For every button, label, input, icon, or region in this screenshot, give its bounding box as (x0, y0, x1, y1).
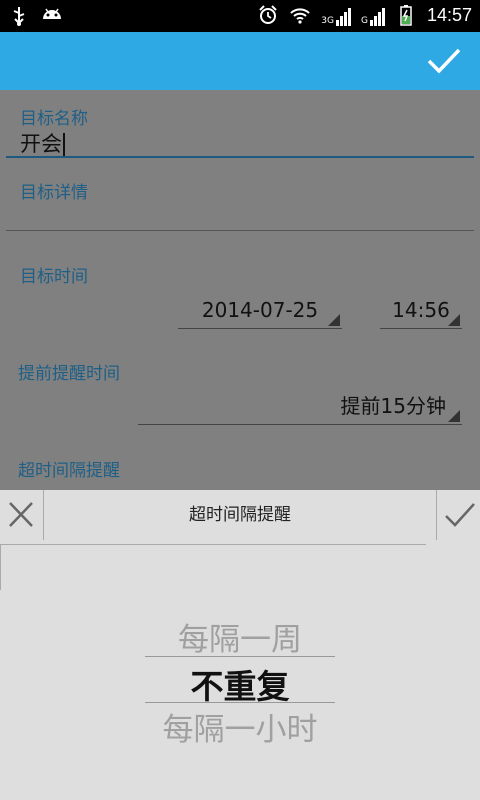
battery-charging-icon (395, 4, 417, 26)
alarm-icon (257, 4, 279, 26)
checkmark-icon (427, 48, 461, 74)
signal-g-icon: G (361, 4, 385, 26)
network-g-label: G (360, 16, 368, 26)
status-bar-right: 3G G 14:57 (257, 4, 472, 26)
wifi-icon (289, 4, 311, 26)
detail-input-underline (6, 230, 474, 231)
picker-option-weekly[interactable]: 每隔一周 (0, 614, 480, 659)
overtime-label: 超时间隔提醒 (18, 461, 120, 481)
confirm-button[interactable] (438, 490, 480, 540)
checkmark-icon (445, 503, 475, 527)
date-value: 2014-07-25 (201, 298, 319, 322)
picker-header: 超时间隔提醒 (0, 490, 480, 540)
goal-form: 目标名称 开会 目标详情 目标时间 2014-07-25 14:56 提前提醒时… (0, 90, 480, 490)
status-bar: 3G G 14:57 (0, 0, 480, 32)
text-caret (63, 133, 65, 157)
picker-selection-line-bottom (145, 702, 335, 703)
name-input-underline (6, 156, 474, 158)
advance-label: 提前提醒时间 (18, 364, 120, 384)
picker-selection-line-top (145, 656, 335, 657)
spinner-triangle-icon (448, 314, 460, 326)
picker-option-hourly[interactable]: 每隔一小时 (0, 704, 480, 749)
name-label: 目标名称 (20, 109, 88, 129)
cancel-button[interactable] (0, 490, 42, 540)
action-bar (0, 32, 480, 90)
time-spinner[interactable]: 14:56 (380, 292, 462, 329)
save-button[interactable] (426, 46, 462, 76)
name-value: 开会 (20, 132, 62, 156)
advance-spinner[interactable]: 提前15分钟 (138, 388, 462, 425)
close-icon (9, 502, 33, 527)
detail-input[interactable] (20, 198, 470, 228)
time-label: 目标时间 (20, 267, 88, 287)
name-input[interactable]: 开会 (20, 128, 65, 158)
spinner-triangle-icon (448, 410, 460, 422)
network-3g-label: 3G (321, 16, 334, 26)
usb-icon (8, 5, 30, 27)
header-separator (0, 544, 426, 545)
android-icon (40, 5, 62, 27)
signal-3g-icon: 3G (321, 4, 351, 26)
advance-value: 提前15分钟 (340, 394, 446, 418)
header-bracket (0, 544, 1, 590)
spinner-triangle-icon (328, 314, 340, 326)
status-bar-left (8, 5, 62, 27)
date-spinner[interactable]: 2014-07-25 (178, 292, 342, 329)
interval-picker-dialog: 超时间隔提醒 每隔一周 不重复 每隔一小时 (0, 490, 480, 800)
time-value: 14:56 (392, 298, 450, 322)
picker-option-selected[interactable]: 不重复 (0, 660, 480, 708)
picker-title: 超时间隔提醒 (189, 505, 291, 525)
status-time: 14:57 (426, 4, 472, 25)
divider (436, 490, 437, 540)
